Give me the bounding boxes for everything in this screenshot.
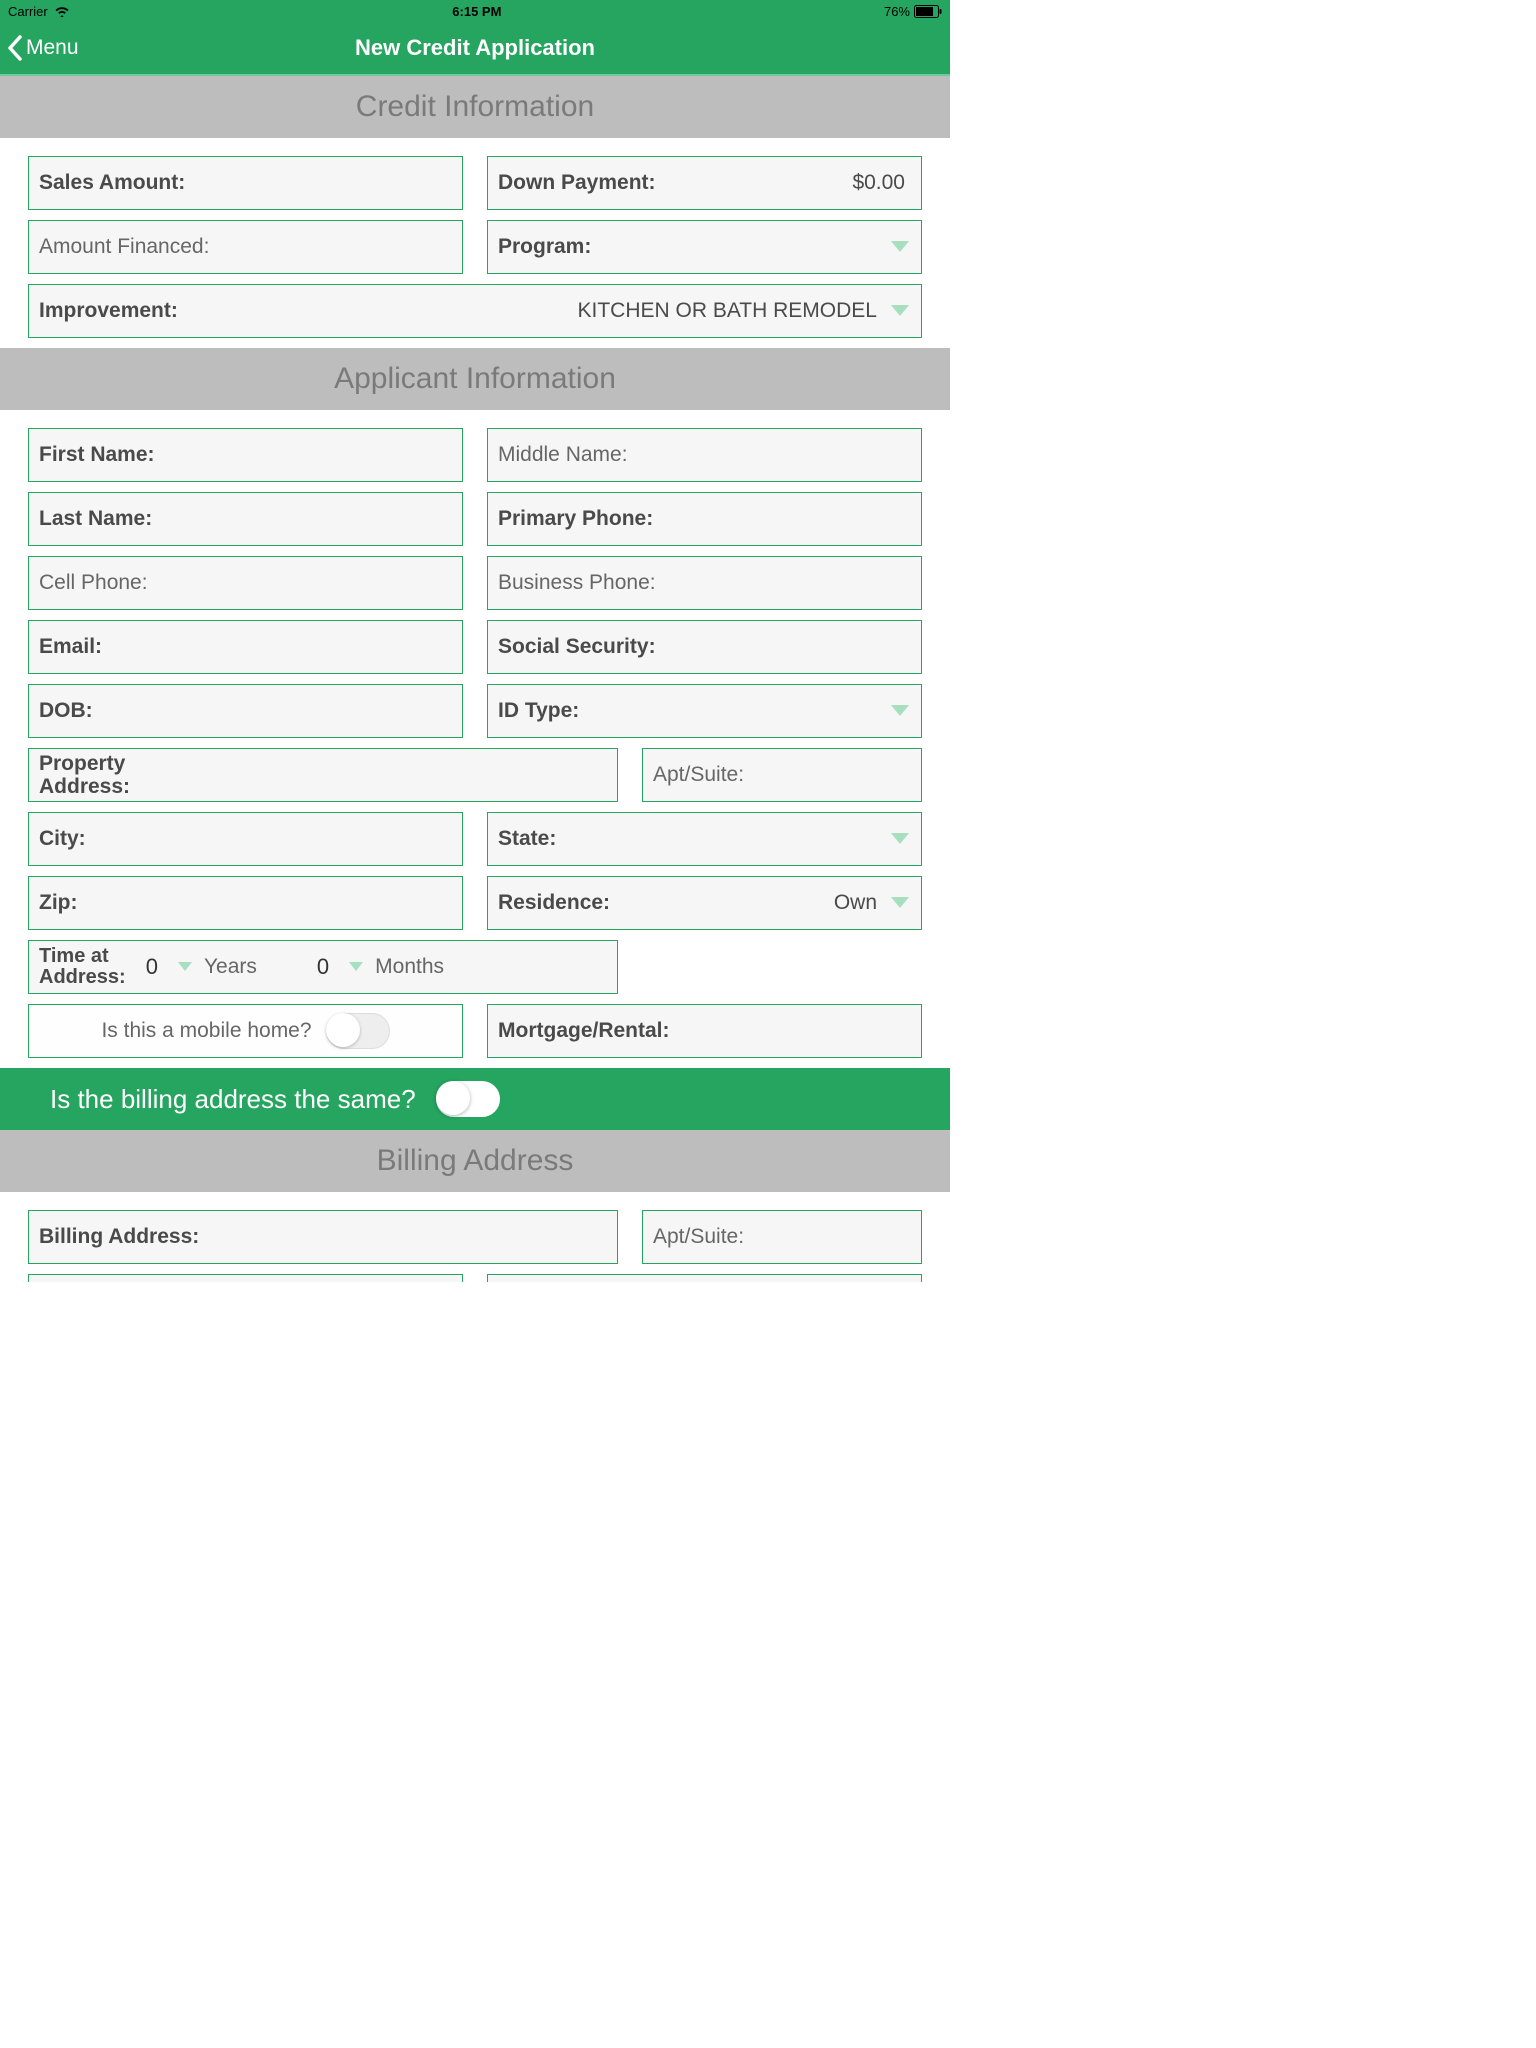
status-bar: Carrier 6:15 PM 76% bbox=[0, 0, 950, 22]
partial-field[interactable] bbox=[28, 1274, 463, 1282]
billing-apt-suite-label: Apt/Suite: bbox=[653, 1225, 744, 1249]
ssn-label: Social Security: bbox=[498, 635, 656, 659]
sales-amount-field[interactable]: Sales Amount: bbox=[28, 156, 463, 210]
carrier-label: Carrier bbox=[8, 4, 48, 19]
last-name-label: Last Name: bbox=[39, 507, 152, 531]
zip-field[interactable]: Zip: bbox=[28, 876, 463, 930]
billing-address-label: Billing Address: bbox=[39, 1225, 199, 1249]
battery-percent: 76% bbox=[884, 4, 910, 19]
improvement-label: Improvement: bbox=[39, 299, 178, 323]
city-label: City: bbox=[39, 827, 86, 851]
apt-suite-field[interactable]: Apt/Suite: bbox=[642, 748, 922, 802]
residence-value: Own bbox=[834, 891, 883, 915]
down-payment-label: Down Payment: bbox=[498, 171, 656, 195]
cell-phone-field[interactable]: Cell Phone: bbox=[28, 556, 463, 610]
section-header-applicant: Applicant Information bbox=[0, 348, 950, 410]
id-type-select[interactable]: ID Type: bbox=[487, 684, 922, 738]
apt-suite-label: Apt/Suite: bbox=[653, 763, 744, 787]
dob-field[interactable]: DOB: bbox=[28, 684, 463, 738]
down-payment-field[interactable]: Down Payment: $0.00 bbox=[487, 156, 922, 210]
mobile-home-field: Is this a mobile home? bbox=[28, 1004, 463, 1058]
program-select[interactable]: Program: bbox=[487, 220, 922, 274]
program-label: Program: bbox=[498, 235, 591, 259]
sales-amount-label: Sales Amount: bbox=[39, 171, 185, 195]
wifi-icon bbox=[54, 5, 70, 17]
battery-icon bbox=[914, 5, 942, 18]
mortgage-rental-label: Mortgage/Rental: bbox=[498, 1019, 670, 1043]
years-unit: Years bbox=[204, 955, 257, 979]
months-unit: Months bbox=[375, 955, 444, 979]
chevron-down-icon bbox=[176, 960, 194, 974]
chevron-down-icon bbox=[889, 895, 911, 911]
business-phone-field[interactable]: Business Phone: bbox=[487, 556, 922, 610]
section-header-credit: Credit Information bbox=[0, 76, 950, 138]
residence-select[interactable]: Residence: Own bbox=[487, 876, 922, 930]
amount-financed-label: Amount Financed: bbox=[39, 235, 209, 259]
status-time: 6:15 PM bbox=[452, 4, 501, 19]
back-button[interactable]: Menu bbox=[0, 34, 79, 62]
chevron-down-icon bbox=[889, 303, 911, 319]
billing-address-field[interactable]: Billing Address: bbox=[28, 1210, 618, 1264]
property-address-label: Property Address: bbox=[39, 752, 130, 798]
email-field[interactable]: Email: bbox=[28, 620, 463, 674]
state-select[interactable]: State: bbox=[487, 812, 922, 866]
billing-same-banner: Is the billing address the same? bbox=[0, 1068, 950, 1130]
chevron-left-icon bbox=[6, 34, 24, 62]
id-type-label: ID Type: bbox=[498, 699, 579, 723]
business-phone-label: Business Phone: bbox=[498, 571, 656, 595]
residence-label: Residence: bbox=[498, 891, 610, 915]
mobile-home-question: Is this a mobile home? bbox=[101, 1019, 311, 1043]
section-header-billing: Billing Address bbox=[0, 1130, 950, 1192]
mobile-home-toggle[interactable] bbox=[326, 1013, 390, 1049]
page-title: New Credit Application bbox=[0, 35, 950, 61]
email-label: Email: bbox=[39, 635, 102, 659]
partial-field[interactable] bbox=[487, 1274, 922, 1282]
chevron-down-icon bbox=[889, 703, 911, 719]
primary-phone-label: Primary Phone: bbox=[498, 507, 653, 531]
chevron-down-icon bbox=[347, 960, 365, 974]
chevron-down-icon bbox=[889, 831, 911, 847]
chevron-down-icon bbox=[889, 239, 911, 255]
middle-name-label: Middle Name: bbox=[498, 443, 628, 467]
billing-same-toggle[interactable] bbox=[436, 1081, 500, 1117]
dob-label: DOB: bbox=[39, 699, 93, 723]
ssn-field[interactable]: Social Security: bbox=[487, 620, 922, 674]
zip-label: Zip: bbox=[39, 891, 77, 915]
months-value: 0 bbox=[317, 954, 329, 980]
last-name-field[interactable]: Last Name: bbox=[28, 492, 463, 546]
time-at-address-label: Time at Address: bbox=[39, 946, 126, 988]
mortgage-rental-field[interactable]: Mortgage/Rental: bbox=[487, 1004, 922, 1058]
years-select[interactable]: 0 Years bbox=[146, 954, 257, 980]
cell-phone-label: Cell Phone: bbox=[39, 571, 148, 595]
billing-apt-suite-field[interactable]: Apt/Suite: bbox=[642, 1210, 922, 1264]
state-label: State: bbox=[498, 827, 556, 851]
property-address-field[interactable]: Property Address: bbox=[28, 748, 618, 802]
years-value: 0 bbox=[146, 954, 158, 980]
improvement-value: KITCHEN OR BATH REMODEL bbox=[578, 299, 883, 323]
down-payment-value: $0.00 bbox=[852, 171, 911, 195]
first-name-label: First Name: bbox=[39, 443, 155, 467]
months-select[interactable]: 0 Months bbox=[317, 954, 444, 980]
first-name-field[interactable]: First Name: bbox=[28, 428, 463, 482]
city-field[interactable]: City: bbox=[28, 812, 463, 866]
time-at-address-field[interactable]: Time at Address: 0 Years 0 Months bbox=[28, 940, 618, 994]
nav-bar: Menu New Credit Application bbox=[0, 22, 950, 76]
middle-name-field[interactable]: Middle Name: bbox=[487, 428, 922, 482]
back-label: Menu bbox=[26, 36, 79, 60]
amount-financed-field[interactable]: Amount Financed: bbox=[28, 220, 463, 274]
billing-same-question: Is the billing address the same? bbox=[50, 1084, 416, 1115]
improvement-select[interactable]: Improvement: KITCHEN OR BATH REMODEL bbox=[28, 284, 922, 338]
primary-phone-field[interactable]: Primary Phone: bbox=[487, 492, 922, 546]
